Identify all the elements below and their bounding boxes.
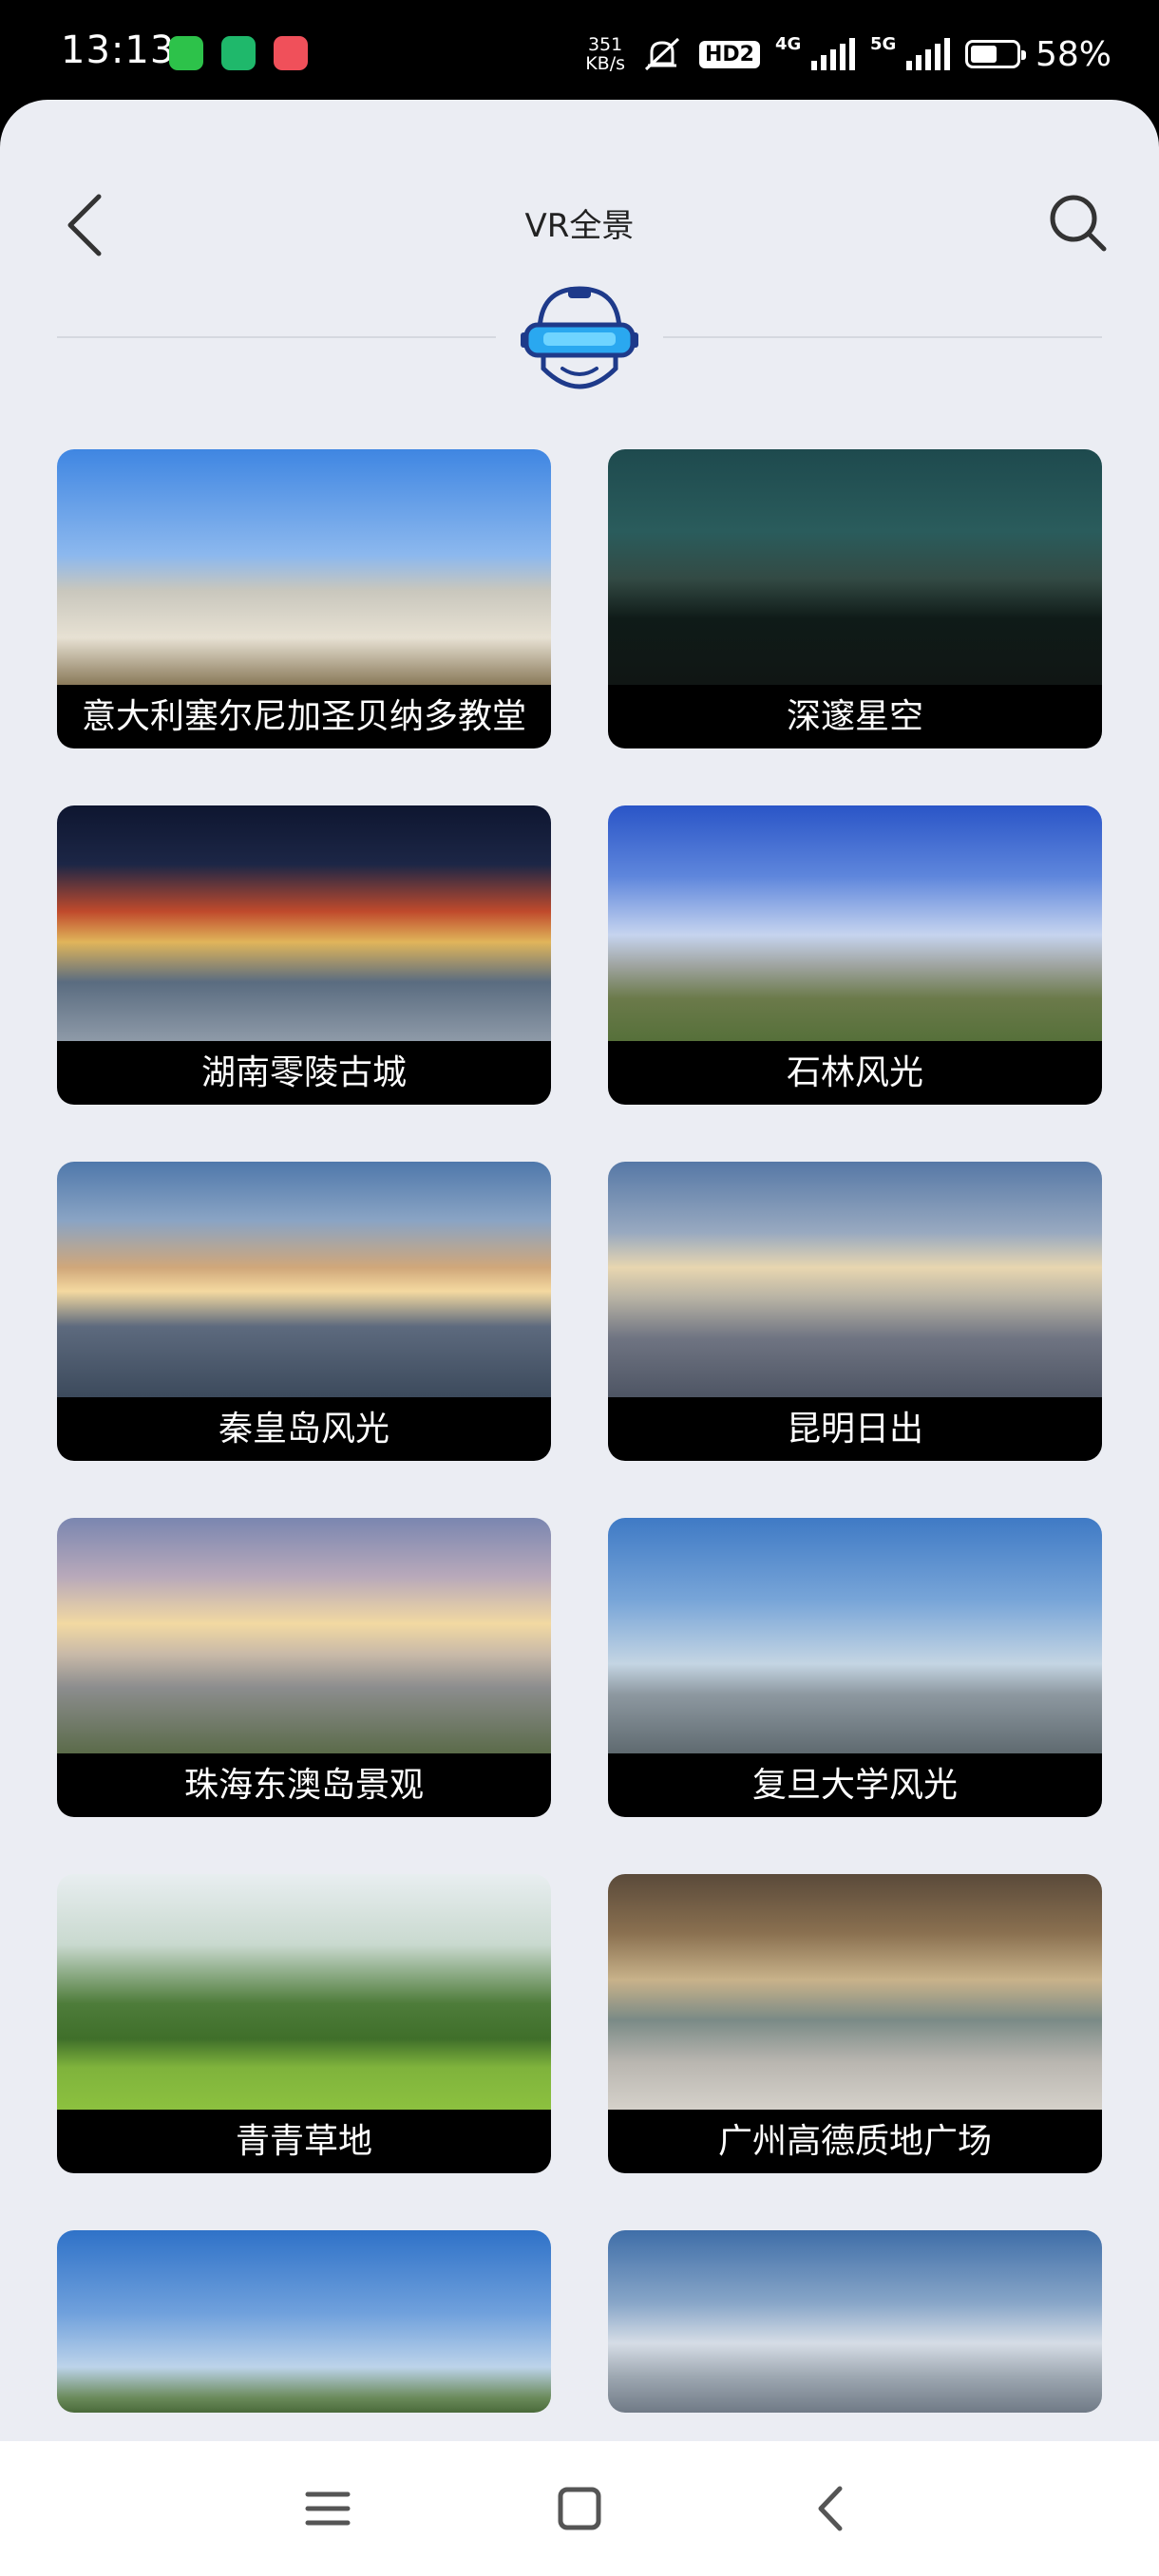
signal-4g-icon: 4G <box>775 34 855 70</box>
panorama-thumbnail-old-town <box>57 805 551 1041</box>
page-title: VR全景 <box>524 207 635 245</box>
chat-app-icon <box>169 36 203 70</box>
panorama-thumbnail-dongao-island <box>57 1518 551 1753</box>
back-triangle-icon <box>818 2486 843 2531</box>
panorama-title: 湖南零陵古城 <box>57 1041 551 1105</box>
status-indicators: 351 KB/s HD2 4G 5G 58% <box>585 30 1112 78</box>
panorama-title: 珠海东澳岛景观 <box>57 1753 551 1817</box>
panorama-thumbnail-starry-sky <box>608 449 1102 685</box>
panorama-title: 昆明日出 <box>608 1397 1102 1461</box>
system-nav-bar <box>0 2441 1159 2576</box>
network-speed: 351 KB/s <box>585 35 625 73</box>
status-time: 13:13 <box>61 28 176 72</box>
battery-fill <box>970 46 997 63</box>
home-button[interactable] <box>546 2475 613 2542</box>
panorama-thumbnail-fudan-university <box>608 1518 1102 1753</box>
panorama-thumbnail-kunming-sunrise <box>608 1162 1102 1397</box>
panorama-card[interactable]: 珠海东澳岛景观 <box>57 1518 551 1817</box>
header-divider-left <box>57 336 496 338</box>
panorama-thumbnail <box>57 2230 551 2413</box>
network-speed-unit: KB/s <box>585 53 625 74</box>
panorama-thumbnail-green-meadow <box>57 1874 551 2110</box>
panorama-title: 秦皇岛风光 <box>57 1397 551 1461</box>
panorama-thumbnail-stone-forest <box>608 805 1102 1041</box>
mute-bell-icon <box>644 37 680 71</box>
panorama-card[interactable]: 湖南零陵古城 <box>57 805 551 1105</box>
panorama-card[interactable]: 深邃星空 <box>608 449 1102 748</box>
panorama-thumbnail-church <box>57 449 551 685</box>
header-divider-right <box>663 336 1102 338</box>
panorama-title: 复旦大学风光 <box>608 1753 1102 1817</box>
panorama-thumbnail-gaode-plaza <box>608 1874 1102 2110</box>
signal-5g-icon: 5G <box>870 34 950 70</box>
app-screen: VR全景 意大利塞尔尼加圣贝纳多教堂 深邃星空 湖南零陵古城 石林风光 秦皇岛风… <box>0 100 1159 2441</box>
panorama-card[interactable]: 广州高德质地广场 <box>608 1874 1102 2173</box>
nav-back-button[interactable] <box>798 2475 864 2542</box>
vr-headset-icon <box>521 286 638 389</box>
panorama-card[interactable] <box>608 2230 1102 2413</box>
panorama-card[interactable]: 石林风光 <box>608 805 1102 1105</box>
panorama-title: 石林风光 <box>608 1041 1102 1105</box>
panorama-title: 意大利塞尔尼加圣贝纳多教堂 <box>57 685 551 748</box>
panorama-card[interactable] <box>57 2230 551 2413</box>
panorama-card[interactable]: 昆明日出 <box>608 1162 1102 1461</box>
panorama-title: 青青草地 <box>57 2110 551 2173</box>
panorama-title: 深邃星空 <box>608 685 1102 748</box>
battery-icon <box>964 40 1026 68</box>
panorama-thumbnail-qinhuangdao <box>57 1162 551 1397</box>
panorama-card[interactable]: 复旦大学风光 <box>608 1518 1102 1817</box>
status-bar: 13:13 351 KB/s HD2 4G 5G 58% <box>0 0 1159 104</box>
sync-app-icon <box>221 36 256 70</box>
search-icon <box>1050 195 1107 252</box>
battery-percent: 58% <box>1035 34 1112 74</box>
home-square-icon <box>558 2487 601 2530</box>
panorama-card[interactable]: 秦皇岛风光 <box>57 1162 551 1461</box>
shop-app-icon <box>274 36 308 70</box>
network-5g-label: 5G <box>869 34 897 54</box>
panorama-title: 广州高德质地广场 <box>608 2110 1102 2173</box>
hd-badge: HD2 <box>699 40 760 68</box>
recent-apps-button[interactable] <box>294 2475 361 2542</box>
search-button[interactable] <box>1045 190 1112 256</box>
panorama-card[interactable]: 意大利塞尔尼加圣贝纳多教堂 <box>57 449 551 748</box>
menu-icon <box>305 2491 351 2526</box>
panorama-card[interactable]: 青青草地 <box>57 1874 551 2173</box>
network-4g-label: 4G <box>774 34 802 54</box>
network-speed-value: 351 <box>587 34 623 55</box>
panorama-thumbnail <box>608 2230 1102 2413</box>
